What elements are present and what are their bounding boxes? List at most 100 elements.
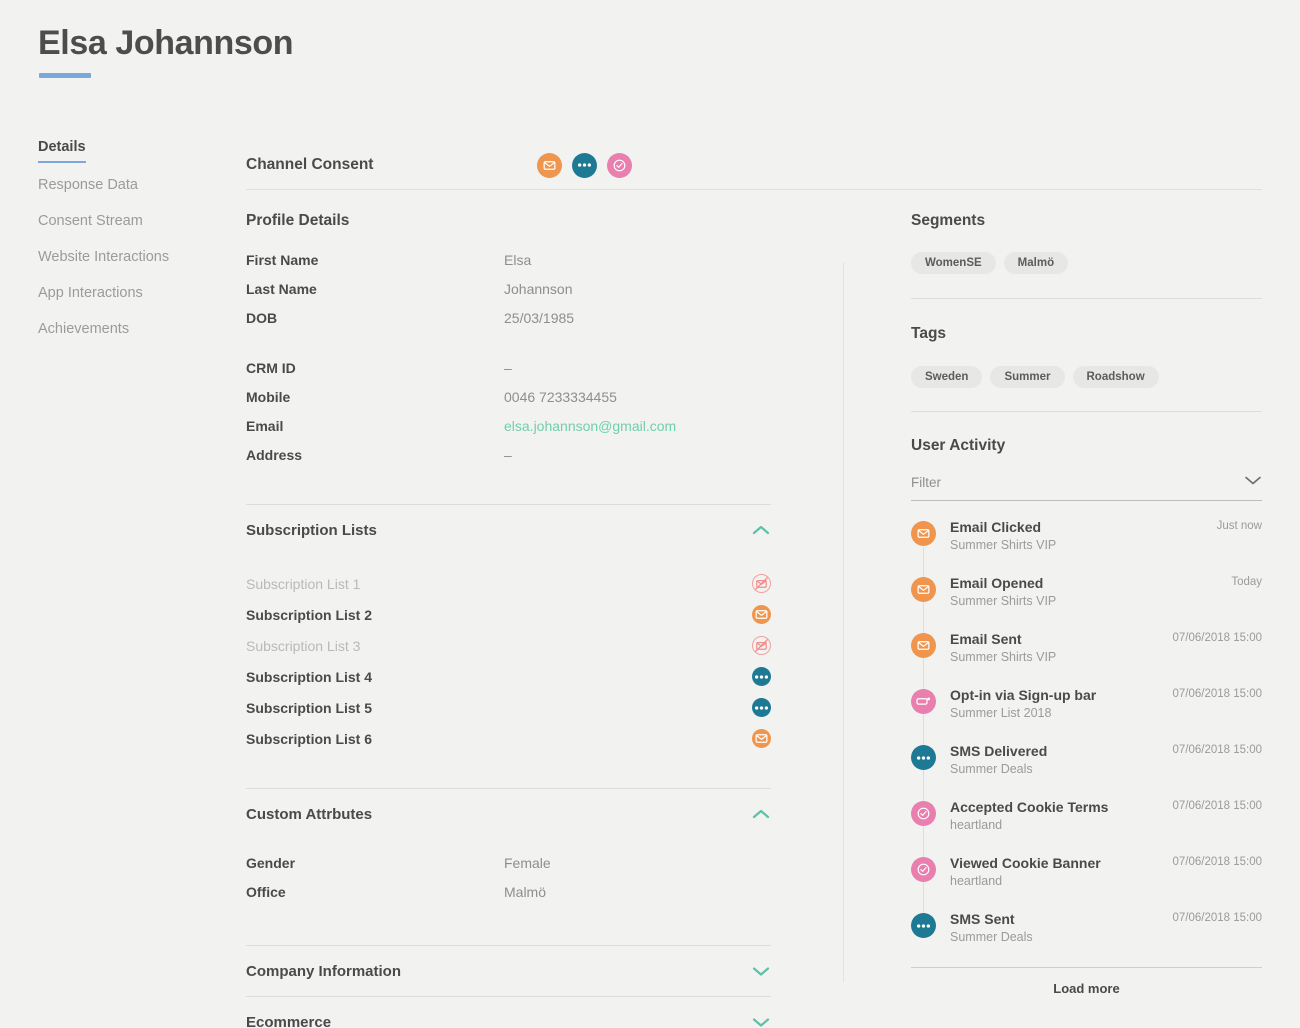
chevron-down-icon[interactable] <box>1244 473 1262 491</box>
subscription-status-icon[interactable] <box>752 605 771 624</box>
activity-icon <box>911 913 936 938</box>
collapsed-sections: Company Information Ecommerce <box>246 945 771 1028</box>
activity-body: Email Opened Summer Shirts VIP <box>950 575 1231 608</box>
profile-page: Elsa Johannson Details Response Data Conse… <box>0 0 1300 1028</box>
activity-check-circle-icon[interactable] <box>911 801 936 826</box>
activity-envelope-icon[interactable] <box>911 521 936 546</box>
chevron-up-icon[interactable] <box>751 808 771 820</box>
field-value: 25/03/1985 <box>504 310 575 326</box>
tag-pill[interactable]: Roadshow <box>1072 366 1159 388</box>
subscription-status-icon[interactable] <box>752 729 771 748</box>
activity-item[interactable]: Email Clicked Summer Shirts VIP Just now <box>911 519 1262 562</box>
custom-attributes-header[interactable]: Custom Attrbutes <box>246 789 771 839</box>
field-label: Gender <box>246 855 296 871</box>
ecommerce-header[interactable]: Ecommerce <box>246 997 771 1028</box>
subscription-lists-header[interactable]: Subscription Lists <box>246 505 771 555</box>
activity-item[interactable]: Accepted Cookie Terms heartland 07/06/2018… <box>911 799 1262 842</box>
field-value: 0046 7233334455 <box>504 389 617 405</box>
field-label: Address <box>246 447 303 463</box>
profile-field: First Name Elsa <box>246 252 771 281</box>
activity-timeline: Email Clicked Summer Shirts VIP Just now Em… <box>911 501 1262 954</box>
segments-title: Segments <box>911 212 986 229</box>
activity-filter-label: Filter <box>911 474 941 490</box>
sidebar-item-response-data[interactable]: Response Data <box>38 176 228 212</box>
activity-envelope-icon[interactable] <box>911 577 936 602</box>
activity-item[interactable]: Viewed Cookie Banner heartland 07/06/2018 … <box>911 855 1262 898</box>
subscription-list-name: Subscription List 1 <box>246 575 361 592</box>
profile-field: DOB 25/03/1985 <box>246 310 771 339</box>
subscription-blocked-icon[interactable] <box>752 636 771 655</box>
profile-field: Last Name Johannson <box>246 281 771 310</box>
subscription-list-row[interactable]: Subscription List 4 <box>246 661 771 692</box>
activity-signup-bar-icon[interactable] <box>911 689 936 714</box>
subscription-list-row[interactable]: Subscription List 3 <box>246 630 771 661</box>
activity-timestamp: 07/06/2018 15:00 <box>1172 688 1262 700</box>
segment-pill[interactable]: Malmö <box>1003 252 1069 274</box>
field-label: Email <box>246 418 284 434</box>
custom-attributes-title: Custom Attrbutes <box>246 805 373 823</box>
tags-pills: Sweden Summer Roadshow <box>911 366 1262 388</box>
activity-title: Accepted Cookie Terms <box>950 799 1109 815</box>
chevron-up-icon[interactable] <box>751 524 771 536</box>
activity-filter-select[interactable]: Filter <box>911 473 1262 501</box>
activity-title: Email Sent <box>950 631 1022 647</box>
field-label: DOB <box>246 310 278 326</box>
activity-icon <box>911 801 936 826</box>
field-value: – <box>504 360 512 376</box>
activity-envelope-icon[interactable] <box>911 633 936 658</box>
subscription-lists-title: Subscription Lists <box>246 521 377 539</box>
activity-item[interactable]: Email Sent Summer Shirts VIP 07/06/2018 15… <box>911 631 1262 674</box>
field-value[interactable]: elsa.johannson@gmail.com <box>504 418 676 434</box>
cookie-consent-icon[interactable] <box>607 152 633 178</box>
sidebar-item-consent-stream[interactable]: Consent Stream <box>38 212 228 248</box>
profile-group-basic: First Name Elsa Last Name Johannson DOB 25/03… <box>246 252 771 339</box>
tag-pill[interactable]: Sweden <box>911 366 983 388</box>
subscription-list-row[interactable]: Subscription List 6 <box>246 723 771 754</box>
activity-check-circle-icon[interactable] <box>911 857 936 882</box>
custom-attribute-row: Gender Female <box>246 855 771 884</box>
channel-consent-label: Channel Consent <box>246 156 374 173</box>
field-value: Elsa <box>504 252 532 268</box>
subscription-list-row[interactable]: Subscription List 2 <box>246 599 771 630</box>
user-activity-title: User Activity <box>911 437 1006 454</box>
activity-dots-icon[interactable] <box>911 913 936 938</box>
activity-icon <box>911 689 936 714</box>
activity-item[interactable]: SMS Sent Summer Deals 07/06/2018 15:00 <box>911 911 1262 954</box>
sidebar-item-achievements[interactable]: Achievements <box>38 320 228 356</box>
subscription-list-row[interactable]: Subscription List 1 <box>246 568 771 599</box>
activity-item[interactable]: Opt-in via Sign-up bar Summer List 2018 07… <box>911 687 1262 730</box>
activity-icon <box>911 745 936 770</box>
subscription-status-icon[interactable] <box>752 698 771 717</box>
activity-title: SMS Sent <box>950 911 1015 927</box>
segments-pills: WomenSE Malmö <box>911 252 1262 274</box>
activity-title: Email Clicked <box>950 519 1042 535</box>
subscription-list-name: Subscription List 4 <box>246 668 373 685</box>
company-information-header[interactable]: Company Information <box>246 946 771 996</box>
subscription-list-name: Subscription List 5 <box>246 699 373 716</box>
sms-consent-icon[interactable] <box>572 152 598 178</box>
activity-dots-icon[interactable] <box>911 745 936 770</box>
activity-events: Email Clicked Summer Shirts VIP Just now Em… <box>911 519 1262 954</box>
sidebar-item-app-interactions[interactable]: App Interactions <box>38 284 228 320</box>
subscription-list-rows: Subscription List 1 Subscription List 2 Su… <box>246 568 771 754</box>
chevron-down-icon[interactable] <box>751 965 771 977</box>
section-title: Company Information <box>246 962 402 980</box>
activity-icon <box>911 577 936 602</box>
activity-item[interactable]: SMS Delivered Summer Deals 07/06/2018 15:0… <box>911 743 1262 786</box>
sidebar-item-details[interactable]: Details <box>38 138 86 163</box>
activity-item[interactable]: Email Opened Summer Shirts VIP Today <box>911 575 1262 618</box>
chevron-down-icon[interactable] <box>751 1016 771 1028</box>
activity-timestamp: 07/06/2018 15:00 <box>1172 800 1262 812</box>
subscription-status-icon[interactable] <box>752 667 771 686</box>
subscription-list-row[interactable]: Subscription List 5 <box>246 692 771 723</box>
channel-consent-icons <box>537 152 633 178</box>
load-more-button[interactable]: Load more <box>911 968 1262 996</box>
activity-timestamp: Just now <box>1216 520 1262 532</box>
activity-title: Viewed Cookie Banner <box>950 855 1101 871</box>
field-label: CRM ID <box>246 360 296 376</box>
email-consent-icon[interactable] <box>537 152 563 178</box>
tag-pill[interactable]: Summer <box>990 366 1065 388</box>
subscription-blocked-icon[interactable] <box>752 574 771 593</box>
segment-pill[interactable]: WomenSE <box>911 252 996 274</box>
sidebar-item-website-interactions[interactable]: Website Interactions <box>38 248 228 284</box>
